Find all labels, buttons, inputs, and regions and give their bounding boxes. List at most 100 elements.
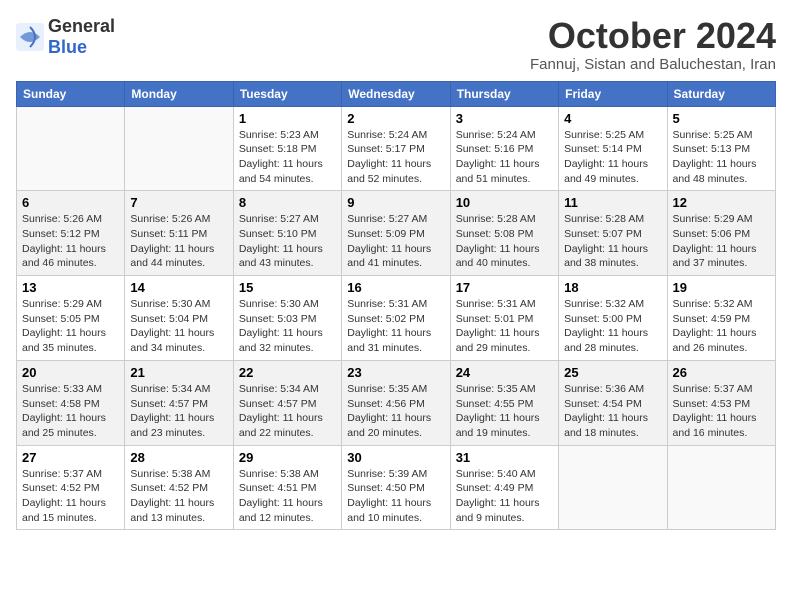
day-number: 13: [22, 280, 119, 295]
calendar-week-3: 13Sunrise: 5:29 AM Sunset: 5:05 PM Dayli…: [17, 276, 776, 361]
day-info: Sunrise: 5:32 AM Sunset: 4:59 PM Dayligh…: [673, 297, 770, 356]
calendar-week-2: 6 Sunrise: 5:26 AM Sunset: 5:12 PM Daylig…: [17, 191, 776, 276]
day-number: 30: [347, 450, 444, 465]
calendar-cell: 27 Sunrise: 5:37 AM Sunset: 4:52 PM Dayli…: [17, 445, 125, 530]
day-info: Sunrise: 5:38 AM Sunset: 4:52 PM Dayligh…: [130, 467, 227, 526]
calendar-cell: [125, 106, 233, 191]
day-info: Sunrise: 5:34 AM Sunset: 4:57 PM Dayligh…: [239, 382, 336, 441]
day-number: 18: [564, 280, 661, 295]
day-info: Sunrise: 5:37 AM Sunset: 4:52 PM Dayligh…: [22, 467, 119, 526]
day-number: 12: [673, 195, 770, 210]
day-number: 4: [564, 111, 661, 126]
day-info: Sunrise: 5:29 AM Sunset: 5:06 PM Dayligh…: [673, 212, 770, 271]
logo-text: General Blue: [48, 16, 115, 58]
logo: General Blue: [16, 16, 115, 58]
day-number: 3: [456, 111, 553, 126]
day-number: 1: [239, 111, 336, 126]
calendar-cell: 7 Sunrise: 5:26 AM Sunset: 5:11 PM Daylig…: [125, 191, 233, 276]
day-info: Sunrise: 5:39 AM Sunset: 4:50 PM Dayligh…: [347, 467, 444, 526]
calendar-cell: 25 Sunrise: 5:36 AM Sunset: 4:54 PM Dayli…: [559, 360, 667, 445]
col-tuesday: Tuesday: [233, 81, 341, 106]
logo-blue: Blue: [48, 37, 87, 57]
day-number: 6: [22, 195, 119, 210]
day-info: Sunrise: 5:37 AM Sunset: 4:53 PM Dayligh…: [673, 382, 770, 441]
location-subtitle: Fannuj, Sistan and Baluchestan, Iran: [530, 56, 776, 73]
day-info: Sunrise: 5:31 AM Sunset: 5:01 PM Dayligh…: [456, 297, 553, 356]
day-number: 9: [347, 195, 444, 210]
day-info: Sunrise: 5:27 AM Sunset: 5:10 PM Dayligh…: [239, 212, 336, 271]
day-info: Sunrise: 5:26 AM Sunset: 5:12 PM Dayligh…: [22, 212, 119, 271]
calendar-week-4: 20Sunrise: 5:33 AM Sunset: 4:58 PM Dayli…: [17, 360, 776, 445]
title-block: October 2024 Fannuj, Sistan and Baluches…: [530, 16, 776, 73]
day-info: Sunrise: 5:28 AM Sunset: 5:07 PM Dayligh…: [564, 212, 661, 271]
calendar-cell: 16 Sunrise: 5:31 AM Sunset: 5:02 PM Dayli…: [342, 276, 450, 361]
day-info: Sunrise: 5:28 AM Sunset: 5:08 PM Dayligh…: [456, 212, 553, 271]
col-friday: Friday: [559, 81, 667, 106]
calendar-cell: 4 Sunrise: 5:25 AM Sunset: 5:14 PM Daylig…: [559, 106, 667, 191]
day-number: 24: [456, 365, 553, 380]
calendar-cell: 17Sunrise: 5:31 AM Sunset: 5:01 PM Dayli…: [450, 276, 558, 361]
day-number: 11: [564, 195, 661, 210]
month-title: October 2024: [530, 16, 776, 56]
day-info: Sunrise: 5:27 AM Sunset: 5:09 PM Dayligh…: [347, 212, 444, 271]
calendar-cell: [17, 106, 125, 191]
day-number: 22: [239, 365, 336, 380]
calendar-cell: 26Sunrise: 5:37 AM Sunset: 4:53 PM Dayli…: [667, 360, 775, 445]
calendar-cell: 30 Sunrise: 5:39 AM Sunset: 4:50 PM Dayli…: [342, 445, 450, 530]
day-info: Sunrise: 5:23 AM Sunset: 5:18 PM Dayligh…: [239, 128, 336, 187]
day-number: 23: [347, 365, 444, 380]
day-number: 10: [456, 195, 553, 210]
calendar-cell: 23 Sunrise: 5:35 AM Sunset: 4:56 PM Dayli…: [342, 360, 450, 445]
day-number: 27: [22, 450, 119, 465]
day-number: 16: [347, 280, 444, 295]
day-info: Sunrise: 5:40 AM Sunset: 4:49 PM Dayligh…: [456, 467, 553, 526]
calendar-cell: 13Sunrise: 5:29 AM Sunset: 5:05 PM Dayli…: [17, 276, 125, 361]
calendar-header-row: Sunday Monday Tuesday Wednesday Thursday…: [17, 81, 776, 106]
day-number: 25: [564, 365, 661, 380]
calendar-cell: 21Sunrise: 5:34 AM Sunset: 4:57 PM Dayli…: [125, 360, 233, 445]
calendar-cell: 6 Sunrise: 5:26 AM Sunset: 5:12 PM Daylig…: [17, 191, 125, 276]
col-wednesday: Wednesday: [342, 81, 450, 106]
calendar-cell: 2Sunrise: 5:24 AM Sunset: 5:17 PM Daylig…: [342, 106, 450, 191]
col-sunday: Sunday: [17, 81, 125, 106]
calendar-cell: 22 Sunrise: 5:34 AM Sunset: 4:57 PM Dayli…: [233, 360, 341, 445]
calendar-cell: 11 Sunrise: 5:28 AM Sunset: 5:07 PM Dayli…: [559, 191, 667, 276]
calendar-cell: 9 Sunrise: 5:27 AM Sunset: 5:09 PM Daylig…: [342, 191, 450, 276]
day-number: 15: [239, 280, 336, 295]
calendar-cell: 18 Sunrise: 5:32 AM Sunset: 5:00 PM Dayli…: [559, 276, 667, 361]
day-number: 19: [673, 280, 770, 295]
day-info: Sunrise: 5:25 AM Sunset: 5:13 PM Dayligh…: [673, 128, 770, 187]
day-number: 31: [456, 450, 553, 465]
calendar-cell: [559, 445, 667, 530]
calendar-cell: 28Sunrise: 5:38 AM Sunset: 4:52 PM Dayli…: [125, 445, 233, 530]
calendar-cell: [667, 445, 775, 530]
day-number: 29: [239, 450, 336, 465]
calendar-cell: 29Sunrise: 5:38 AM Sunset: 4:51 PM Dayli…: [233, 445, 341, 530]
day-info: Sunrise: 5:30 AM Sunset: 5:03 PM Dayligh…: [239, 297, 336, 356]
page-header: General Blue October 2024 Fannuj, Sistan…: [16, 16, 776, 73]
logo-general: General: [48, 16, 115, 36]
day-info: Sunrise: 5:31 AM Sunset: 5:02 PM Dayligh…: [347, 297, 444, 356]
day-number: 21: [130, 365, 227, 380]
col-saturday: Saturday: [667, 81, 775, 106]
day-info: Sunrise: 5:32 AM Sunset: 5:00 PM Dayligh…: [564, 297, 661, 356]
day-number: 8: [239, 195, 336, 210]
calendar-cell: 19 Sunrise: 5:32 AM Sunset: 4:59 PM Dayli…: [667, 276, 775, 361]
day-info: Sunrise: 5:36 AM Sunset: 4:54 PM Dayligh…: [564, 382, 661, 441]
day-info: Sunrise: 5:30 AM Sunset: 5:04 PM Dayligh…: [130, 297, 227, 356]
day-info: Sunrise: 5:26 AM Sunset: 5:11 PM Dayligh…: [130, 212, 227, 271]
calendar-cell: 20Sunrise: 5:33 AM Sunset: 4:58 PM Dayli…: [17, 360, 125, 445]
day-number: 7: [130, 195, 227, 210]
calendar-cell: 1 Sunrise: 5:23 AM Sunset: 5:18 PM Daylig…: [233, 106, 341, 191]
calendar-cell: 10 Sunrise: 5:28 AM Sunset: 5:08 PM Dayli…: [450, 191, 558, 276]
calendar-cell: 31 Sunrise: 5:40 AM Sunset: 4:49 PM Dayli…: [450, 445, 558, 530]
calendar-week-1: 1 Sunrise: 5:23 AM Sunset: 5:18 PM Daylig…: [17, 106, 776, 191]
day-info: Sunrise: 5:35 AM Sunset: 4:55 PM Dayligh…: [456, 382, 553, 441]
col-monday: Monday: [125, 81, 233, 106]
day-info: Sunrise: 5:25 AM Sunset: 5:14 PM Dayligh…: [564, 128, 661, 187]
day-info: Sunrise: 5:35 AM Sunset: 4:56 PM Dayligh…: [347, 382, 444, 441]
calendar-cell: 5Sunrise: 5:25 AM Sunset: 5:13 PM Daylig…: [667, 106, 775, 191]
col-thursday: Thursday: [450, 81, 558, 106]
day-number: 2: [347, 111, 444, 126]
day-info: Sunrise: 5:24 AM Sunset: 5:16 PM Dayligh…: [456, 128, 553, 187]
